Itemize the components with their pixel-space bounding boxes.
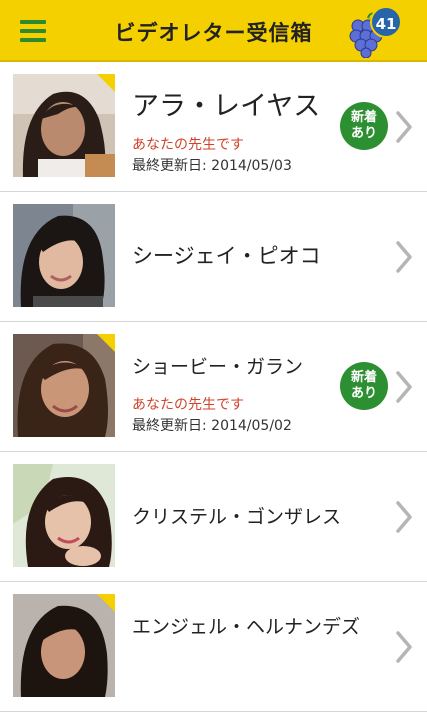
teacher-name: シージェイ・ピオコ bbox=[132, 244, 321, 268]
chevron-right-icon bbox=[396, 371, 412, 403]
teacher-avatar bbox=[13, 594, 115, 697]
chevron-right-icon bbox=[396, 501, 412, 533]
teacher-avatar bbox=[13, 334, 115, 437]
list-item[interactable]: クリステル・ゴンザレス bbox=[0, 452, 427, 582]
teacher-avatar bbox=[13, 204, 115, 307]
list-item[interactable]: ショービー・ガラン あなたの先生です 最終更新日: 2014/05/02 新着 … bbox=[0, 322, 427, 452]
teacher-name: クリステル・ゴンザレス bbox=[132, 506, 342, 528]
new-badge: 新着 あり bbox=[340, 102, 388, 150]
new-badge: 新着 あり bbox=[340, 362, 388, 410]
teacher-name: ショービー・ガラン bbox=[132, 356, 304, 378]
chevron-right-icon bbox=[396, 631, 412, 663]
teacher-list: アラ・レイヤス あなたの先生です 最終更新日: 2014/05/03 新着 あり… bbox=[0, 62, 427, 712]
list-item[interactable]: シージェイ・ピオコ bbox=[0, 192, 427, 322]
teacher-name: エンジェル・ヘルナンデズ bbox=[132, 616, 361, 638]
app-header: ビデオレター受信箱 41 bbox=[0, 0, 427, 62]
teacher-corner-marker bbox=[97, 74, 115, 92]
last-updated: 最終更新日: 2014/05/02 bbox=[132, 418, 292, 434]
list-item[interactable]: エンジェル・ヘルナンデズ bbox=[0, 582, 427, 712]
your-teacher-label: あなたの先生です bbox=[132, 397, 244, 413]
grape-points-button[interactable]: 41 bbox=[348, 6, 408, 58]
your-teacher-label: あなたの先生です bbox=[132, 137, 244, 153]
notification-count-badge: 41 bbox=[370, 6, 402, 38]
teacher-avatar bbox=[13, 74, 115, 177]
teacher-avatar bbox=[13, 464, 115, 567]
teacher-corner-marker bbox=[97, 594, 115, 612]
teacher-corner-marker bbox=[97, 334, 115, 352]
list-item[interactable]: アラ・レイヤス あなたの先生です 最終更新日: 2014/05/03 新着 あり bbox=[0, 62, 427, 192]
chevron-right-icon bbox=[396, 111, 412, 143]
chevron-right-icon bbox=[396, 241, 412, 273]
teacher-name: アラ・レイヤス bbox=[132, 91, 321, 122]
last-updated: 最終更新日: 2014/05/03 bbox=[132, 158, 292, 174]
